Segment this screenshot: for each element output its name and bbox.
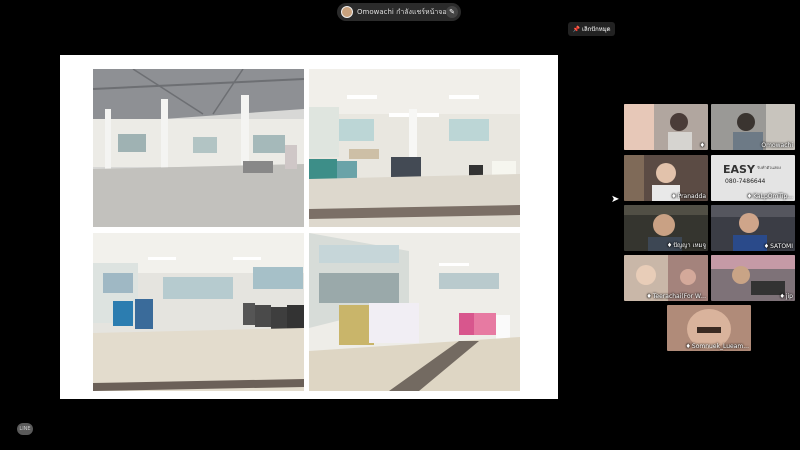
participant-label: ♦ jip [779, 293, 793, 300]
poster-title: EASY [723, 163, 755, 176]
pencil-icon[interactable]: ✎ [446, 6, 458, 18]
photo-laundry-room [309, 69, 520, 227]
participant-label: ♦ Pranadda [671, 193, 706, 200]
participant-label: ♦ Teerachai(For W... [646, 293, 706, 300]
participant-tile[interactable]: ♦ Somnuek_Lueam... [667, 305, 751, 351]
poster-subtitle: รับทำตัวแสดง [757, 165, 781, 170]
presenter-bar: Omowachi กำลังแชร์หน้าจอ ✎ [337, 3, 461, 21]
presenter-status: Omowachi กำลังแชร์หน้าจอ [357, 7, 446, 16]
mic-icon: ♦ [646, 293, 652, 300]
presenter-avatar [341, 6, 353, 18]
mouse-cursor: ➤ [611, 194, 620, 205]
mic-icon: ♦ [699, 142, 705, 149]
mic-icon: ♦ [746, 193, 753, 200]
participant-tile[interactable]: Omowachi [711, 104, 795, 150]
poster-phone: 080-7486644 [725, 178, 766, 185]
participant-label: ♦ [700, 142, 706, 149]
line-logo: LINE [17, 423, 33, 435]
mic-icon: ♦ [763, 243, 770, 250]
participant-tile[interactable]: ♦ jip [711, 255, 795, 301]
participant-tile[interactable]: ♦ Pranadda [624, 155, 708, 201]
photo-clothing-room [309, 233, 520, 391]
unpin-button[interactable]: 📌 เลิกปักหมุด [568, 22, 615, 36]
participant-tile[interactable]: ♦ SATOMI [711, 205, 795, 251]
unpin-label: เลิกปักหมุด [581, 26, 611, 33]
photo-open-hall [93, 69, 304, 227]
mic-icon: ♦ [666, 241, 673, 249]
mic-icon: ♦ [685, 343, 691, 350]
participant-tile[interactable]: EASY รับทำตัวแสดง 080-7486644 ♦ KaLpOmTip… [711, 155, 795, 201]
mic-icon: ♦ [671, 193, 677, 200]
participant-label: Omowachi [761, 142, 793, 149]
participant-video [624, 104, 708, 150]
participant-tile[interactable]: ♦ ปัญญา เหมจู [624, 205, 708, 251]
shared-slide [60, 55, 558, 399]
mic-icon: ♦ [779, 293, 785, 300]
participant-label: ♦ KaLpOmTip... [746, 193, 793, 200]
participant-label: ♦ ปัญญา เหมจู [666, 241, 706, 250]
participant-tile[interactable]: ♦ [624, 104, 708, 150]
participant-tile[interactable]: ♦ Teerachai(For W... [624, 255, 708, 301]
pin-icon: 📌 [572, 25, 580, 33]
participant-label: ♦ Somnuek_Lueam... [685, 343, 749, 350]
participant-label: ♦ SATOMI [763, 243, 793, 250]
photo-washer-room [93, 233, 304, 391]
